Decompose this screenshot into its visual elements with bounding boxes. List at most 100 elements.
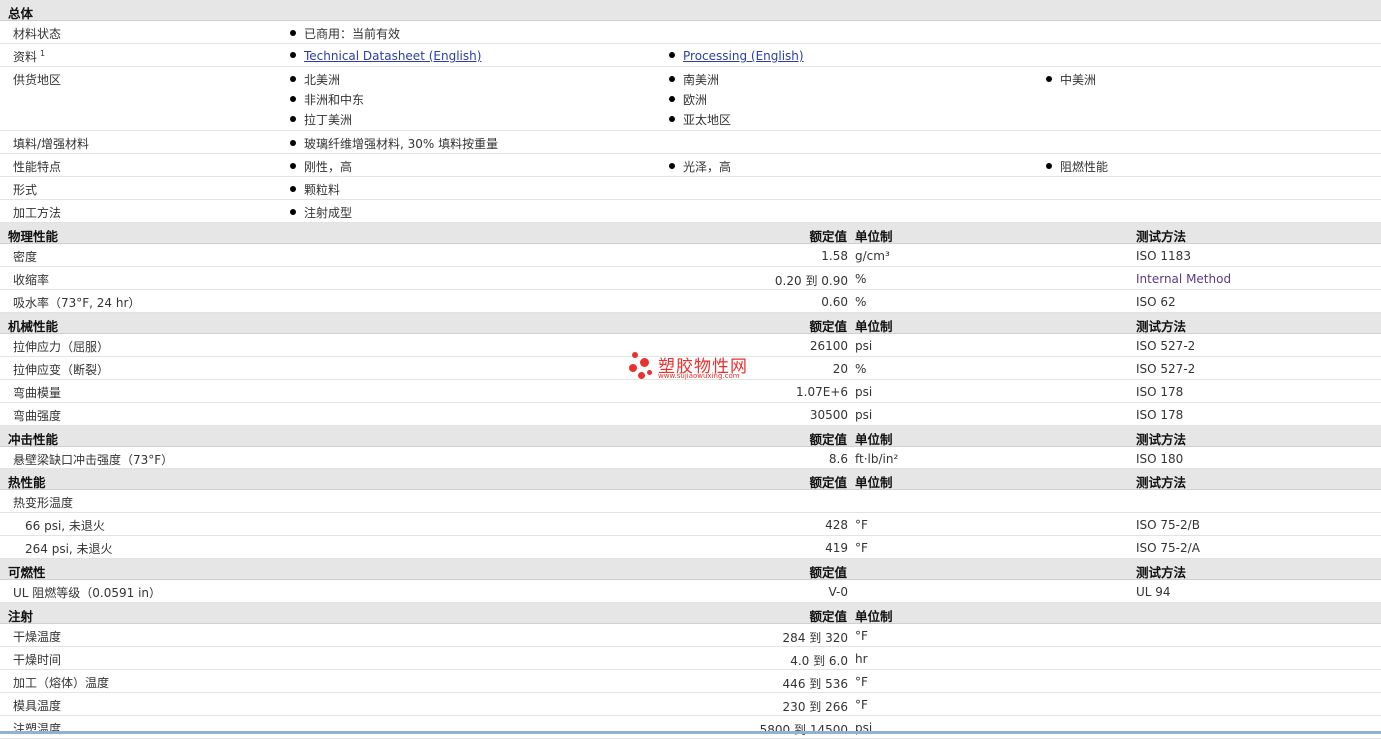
property-unit: % [855,362,867,376]
feature-item: 阻燃性能 [1046,158,1108,175]
column-header-unit: 单位制 [855,609,893,624]
property-name: 注塑温度 [13,722,62,736]
property-value: 446 到 536 [782,677,848,691]
section-title: 注射 [8,609,34,624]
property-name: UL 阻燃等级（0.0591 in） [13,586,162,600]
row-processing-method: 加工方法 注射成型 [0,200,1381,223]
property-name: 密度 [13,250,38,264]
item-text: 拉丁美洲 [304,113,353,127]
section-impact-header: 冲击性能 额定值 单位制 测试方法 [0,426,1381,447]
bullet-icon [1046,76,1052,82]
column-header-unit: 单位制 [855,475,893,490]
bullet-icon [290,209,296,215]
section-title: 冲击性能 [8,432,59,447]
section-title: 可燃性 [8,565,46,580]
column-header-unit: 单位制 [855,319,893,334]
item-text: 欧洲 [683,93,708,107]
item-text: 南美洲 [683,73,720,87]
item-text: 亚太地区 [683,113,732,127]
section-general-header: 总体 [0,0,1381,21]
property-value: 30500 [809,408,848,422]
row-form: 形式 颗粒料 [0,177,1381,200]
list-item: Technical Datasheet (English) [290,49,481,63]
bullet-icon [669,116,675,122]
list-item: 注射成型 [290,204,352,221]
row-documents: 资料 1 Technical Datasheet (English) Proces… [0,44,1381,67]
row-filler: 填料/增强材料 玻璃纤维增强材料, 30% 填料按重量 [0,131,1381,154]
bullet-icon [290,52,296,58]
property-name: 模具温度 [13,699,62,713]
bullet-icon [1046,163,1052,169]
section-title: 热性能 [8,475,46,490]
property-value: 284 到 320 [782,631,848,645]
test-method: ISO 178 [1136,385,1184,399]
property-value: 230 到 266 [782,700,848,714]
section-physical-header: 物理性能 额定值 单位制 测试方法 [0,223,1381,244]
feature-item: 光泽，高 [669,158,731,175]
property-value: 20 [832,362,848,376]
bullet-icon [290,140,296,146]
property-value: 428 [825,518,848,532]
property-unit: °F [855,698,868,712]
column-header-unit: 单位制 [855,432,893,447]
column-header-nominal: 额定值 [809,432,847,447]
section-mechanical-header: 机械性能 额定值 单位制 测试方法 [0,313,1381,334]
bullet-icon [290,76,296,82]
property-row: UL 阻燃等级（0.0591 in） V-0 UL 94 [0,580,1381,603]
property-row: 66 psi, 未退火 428 °F ISO 75-2/B [0,513,1381,536]
item-text: 北美洲 [304,73,341,87]
property-value: V-0 [828,585,848,599]
property-value: 5800 到 14500 [759,723,848,737]
processing-link[interactable]: Processing (English) [683,49,804,63]
column-header-nominal: 额定值 [809,475,847,490]
label-text: 资料 [13,50,38,64]
region-item: 中美洲 [1046,71,1096,88]
region-item: 欧洲 [669,91,707,108]
bullet-icon [290,186,296,192]
item-text: 颗粒料 [304,183,341,197]
row-label: 性能特点 [13,160,62,174]
technical-datasheet-link[interactable]: Technical Datasheet (English) [304,49,481,63]
property-unit: °F [855,518,868,532]
row-material-status: 材料状态 已商用：当前有效 [0,21,1381,44]
test-method: ISO 527-2 [1136,362,1196,376]
column-header-nominal: 额定值 [809,609,847,624]
watermark-en: www.sujiaowuxing.com [658,372,740,380]
item-text: 中美洲 [1060,73,1097,87]
property-unit: °F [855,629,868,643]
section-thermal-header: 热性能 额定值 单位制 测试方法 [0,469,1381,490]
test-method: ISO 527-2 [1136,339,1196,353]
item-text: 非洲和中东 [304,93,365,107]
property-unit: °F [855,675,868,689]
test-method: ISO 178 [1136,408,1184,422]
feature-item: 刚性，高 [290,158,352,175]
bullet-icon [290,116,296,122]
property-name: 弯曲强度 [13,409,62,423]
property-row: 干燥时间 4.0 到 6.0 hr [0,647,1381,670]
section-injection-header: 注射 额定值 单位制 [0,603,1381,624]
section-title: 机械性能 [8,319,59,334]
property-row: 密度 1.58 g/cm³ ISO 1183 [0,244,1381,267]
row-label: 供货地区 [13,73,62,87]
property-name: 拉伸应变（断裂） [13,363,110,377]
section-title: 物理性能 [8,229,59,244]
property-row: 加工（熔体）温度 446 到 536 °F [0,670,1381,693]
property-unit: °F [855,541,868,555]
test-method: ISO 75-2/A [1136,541,1200,555]
property-row: 干燥温度 284 到 320 °F [0,624,1381,647]
item-text: 阻燃性能 [1060,160,1109,174]
list-item: Processing (English) [669,49,804,63]
logo-dots-icon [628,350,654,384]
bullet-icon [669,163,675,169]
bullet-icon [290,30,296,36]
property-unit: psi [855,339,873,353]
test-method: UL 94 [1136,585,1171,599]
column-header-test: 测试方法 [1136,229,1187,244]
property-row: 收缩率 0.20 到 0.90 % Internal Method [0,267,1381,290]
bullet-icon [669,76,675,82]
item-text: 已商用：当前有效 [304,27,401,41]
property-value: 0.20 到 0.90 [774,274,848,288]
test-method: ISO 180 [1136,452,1184,466]
property-name: 悬壁梁缺口冲击强度（73°F） [13,453,174,467]
property-row: 弯曲强度 30500 psi ISO 178 [0,403,1381,426]
